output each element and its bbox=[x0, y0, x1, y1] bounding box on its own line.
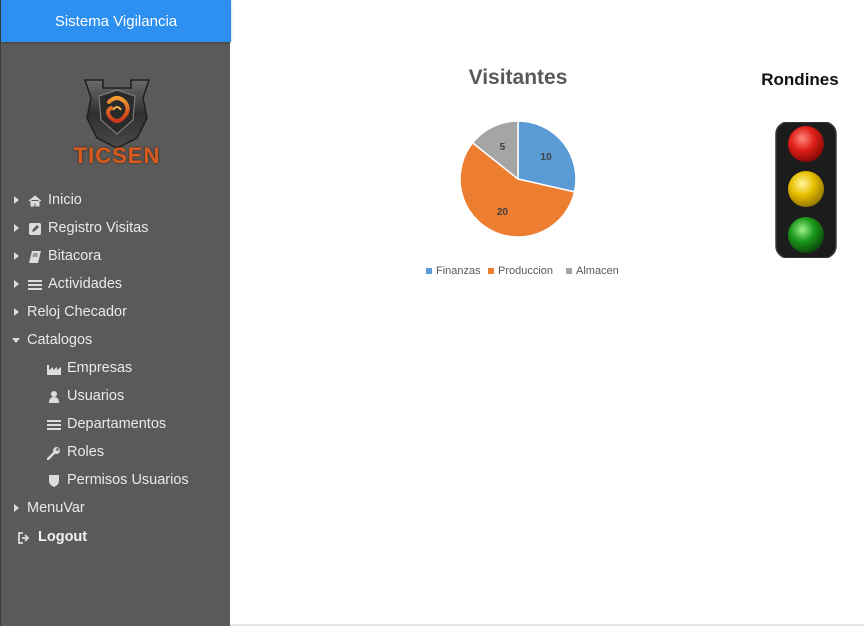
pie-data-label: 10 bbox=[541, 152, 553, 163]
nav-subitem-empresas[interactable]: Empresas bbox=[1, 355, 231, 383]
pie-data-label: 5 bbox=[500, 142, 506, 153]
nav-item-bitacora[interactable]: Bitacora bbox=[1, 243, 231, 271]
rondines-title: Rondines bbox=[761, 70, 839, 89]
caret-right-icon bbox=[14, 252, 19, 260]
nav-subitem-roles[interactable]: Roles bbox=[1, 439, 231, 467]
nav-subitem-departamentos[interactable]: Departamentos bbox=[1, 411, 231, 439]
nav-label: Catalogos bbox=[27, 332, 93, 348]
legend-swatch bbox=[426, 268, 432, 274]
list-icon bbox=[28, 280, 42, 290]
nav-label: Bitacora bbox=[48, 248, 102, 264]
green-light bbox=[788, 217, 824, 253]
caret-right-icon bbox=[14, 308, 19, 316]
nav-label: Roles bbox=[67, 444, 105, 460]
nav-item-menuvar[interactable]: MenuVar bbox=[1, 495, 231, 523]
wrench-icon bbox=[47, 447, 60, 460]
nav-label: Reloj Checador bbox=[27, 304, 127, 320]
nav-subitem-usuarios[interactable]: Usuarios bbox=[1, 383, 231, 411]
nav-label: Empresas bbox=[67, 360, 133, 376]
edit-icon bbox=[29, 223, 41, 235]
app-title[interactable]: Sistema Vigilancia bbox=[1, 0, 231, 42]
nav-subitem-permisos-usuarios[interactable]: Permisos Usuarios bbox=[1, 467, 231, 495]
nav-item-inicio[interactable]: Inicio bbox=[1, 187, 231, 215]
user-icon bbox=[49, 391, 59, 403]
caret-right-icon bbox=[14, 224, 19, 232]
legend-item-almacen: Almacen bbox=[566, 265, 619, 277]
book-icon bbox=[29, 251, 41, 263]
chart-title: Visitantes bbox=[468, 66, 568, 89]
nav-item-catalogos[interactable]: Catalogos bbox=[1, 327, 231, 355]
caret-right-icon bbox=[14, 280, 19, 288]
list-icon bbox=[47, 420, 61, 430]
nav-label: Inicio bbox=[48, 192, 82, 208]
pie-data-label: 20 bbox=[497, 207, 509, 218]
legend-item-finanzas: Finanzas bbox=[426, 265, 481, 277]
sidebar: Sistema Vigilancia TICSEN Inicio Registr… bbox=[0, 0, 231, 626]
nav-label: Actividades bbox=[48, 276, 123, 292]
nav-label: Registro Visitas bbox=[48, 220, 149, 236]
logout-link[interactable]: Logout bbox=[1, 524, 231, 552]
legend-item-produccion: Produccion bbox=[488, 265, 553, 277]
caret-right-icon bbox=[14, 196, 19, 204]
home-icon bbox=[28, 195, 42, 207]
caret-down-icon bbox=[12, 338, 20, 343]
nav-item-registro-visitas[interactable]: Registro Visitas bbox=[1, 215, 231, 243]
legend-swatch bbox=[566, 268, 572, 274]
chart-legend: Finanzas Produccion Almacen bbox=[420, 265, 630, 281]
nav-label: Departamentos bbox=[67, 416, 167, 432]
nav-item-reloj-checador[interactable]: Reloj Checador bbox=[1, 299, 231, 327]
visitantes-pie-chart: 10 20 5 bbox=[459, 120, 577, 238]
caret-right-icon bbox=[14, 504, 19, 512]
sign-out-icon bbox=[18, 532, 30, 544]
red-light bbox=[788, 126, 824, 162]
shield-icon bbox=[49, 475, 59, 487]
nav-label: Usuarios bbox=[67, 388, 125, 404]
legend-swatch bbox=[488, 268, 494, 274]
traffic-light bbox=[775, 122, 837, 258]
yellow-light bbox=[788, 171, 824, 207]
legend-label: Finanzas bbox=[436, 265, 481, 277]
nav-label: Permisos Usuarios bbox=[67, 472, 189, 488]
legend-label: Produccion bbox=[498, 265, 554, 277]
industry-icon bbox=[47, 365, 61, 375]
logout-label: Logout bbox=[38, 529, 88, 545]
nav-item-actividades[interactable]: Actividades bbox=[1, 271, 231, 299]
legend-label: Almacen bbox=[576, 265, 619, 277]
logo-text: TICSEN bbox=[73, 143, 161, 168]
nav-label: MenuVar bbox=[27, 500, 85, 516]
